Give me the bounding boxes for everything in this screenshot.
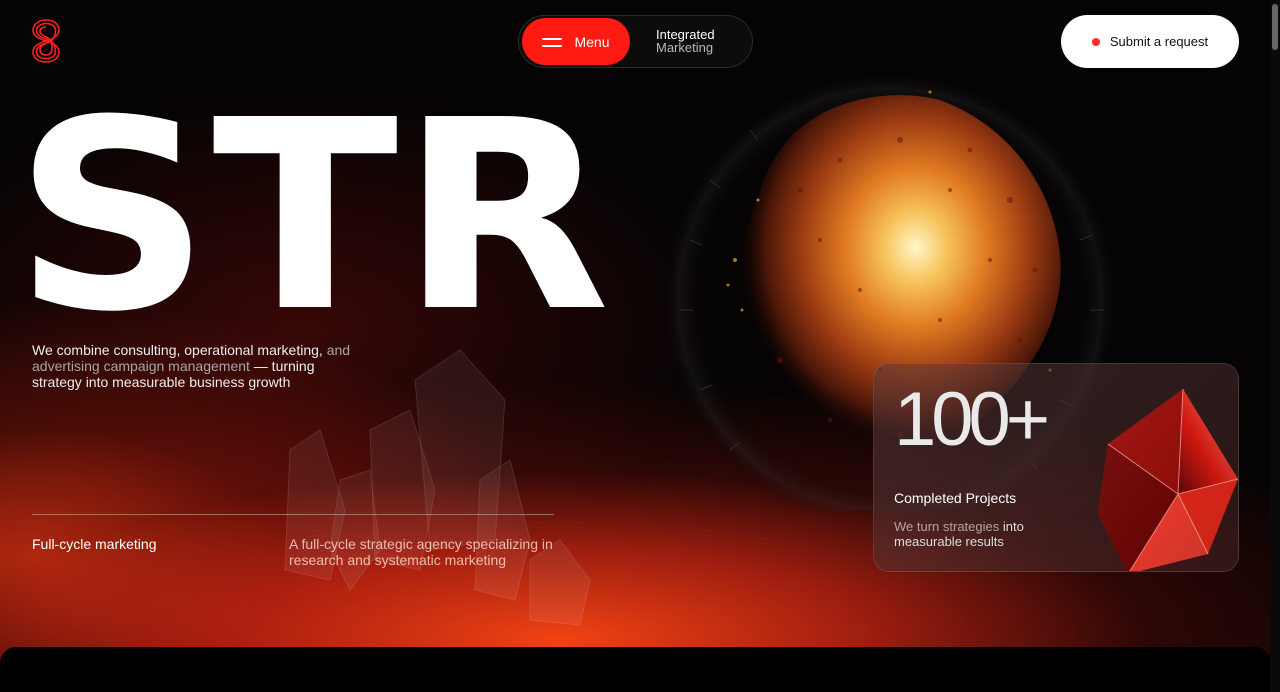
service-description: A full-cycle strategic agency specializi… [289, 536, 553, 568]
stats-card: 100+ Completed Projects We turn strategi… [873, 363, 1239, 572]
stats-desc-part1: We turn strategies [894, 519, 1000, 534]
submit-request-label: Submit a request [1109, 34, 1209, 49]
tagline-line2: Marketing [656, 40, 714, 55]
scrollbar[interactable] [1270, 0, 1280, 692]
s-logo-icon[interactable] [30, 18, 62, 64]
page: Menu Integrated Marketing Submit a reque… [0, 0, 1280, 692]
tagline: Integrated Marketing [656, 28, 715, 54]
crystal-image [284, 349, 591, 626]
hero-title: STR [14, 64, 613, 369]
stats-number: 100+ [894, 377, 1050, 462]
next-section-panel [0, 647, 1271, 692]
red-dot-icon [1091, 37, 1100, 46]
menu-label: Menu [574, 33, 610, 50]
submit-request-button[interactable]: Submit a request [1061, 15, 1239, 68]
menu-button[interactable]: Menu [522, 18, 630, 65]
scrollbar-thumb[interactable] [1272, 4, 1278, 50]
stats-label: Completed Projects [894, 490, 1017, 506]
red-gem-image [1098, 388, 1238, 571]
hamburger-icon [542, 37, 563, 47]
divider [32, 514, 554, 515]
nav-pill: Menu Integrated Marketing [518, 15, 753, 68]
stats-description: We turn strategies into measurable resul… [894, 519, 1064, 549]
service-title: Full-cycle marketing [32, 536, 157, 552]
